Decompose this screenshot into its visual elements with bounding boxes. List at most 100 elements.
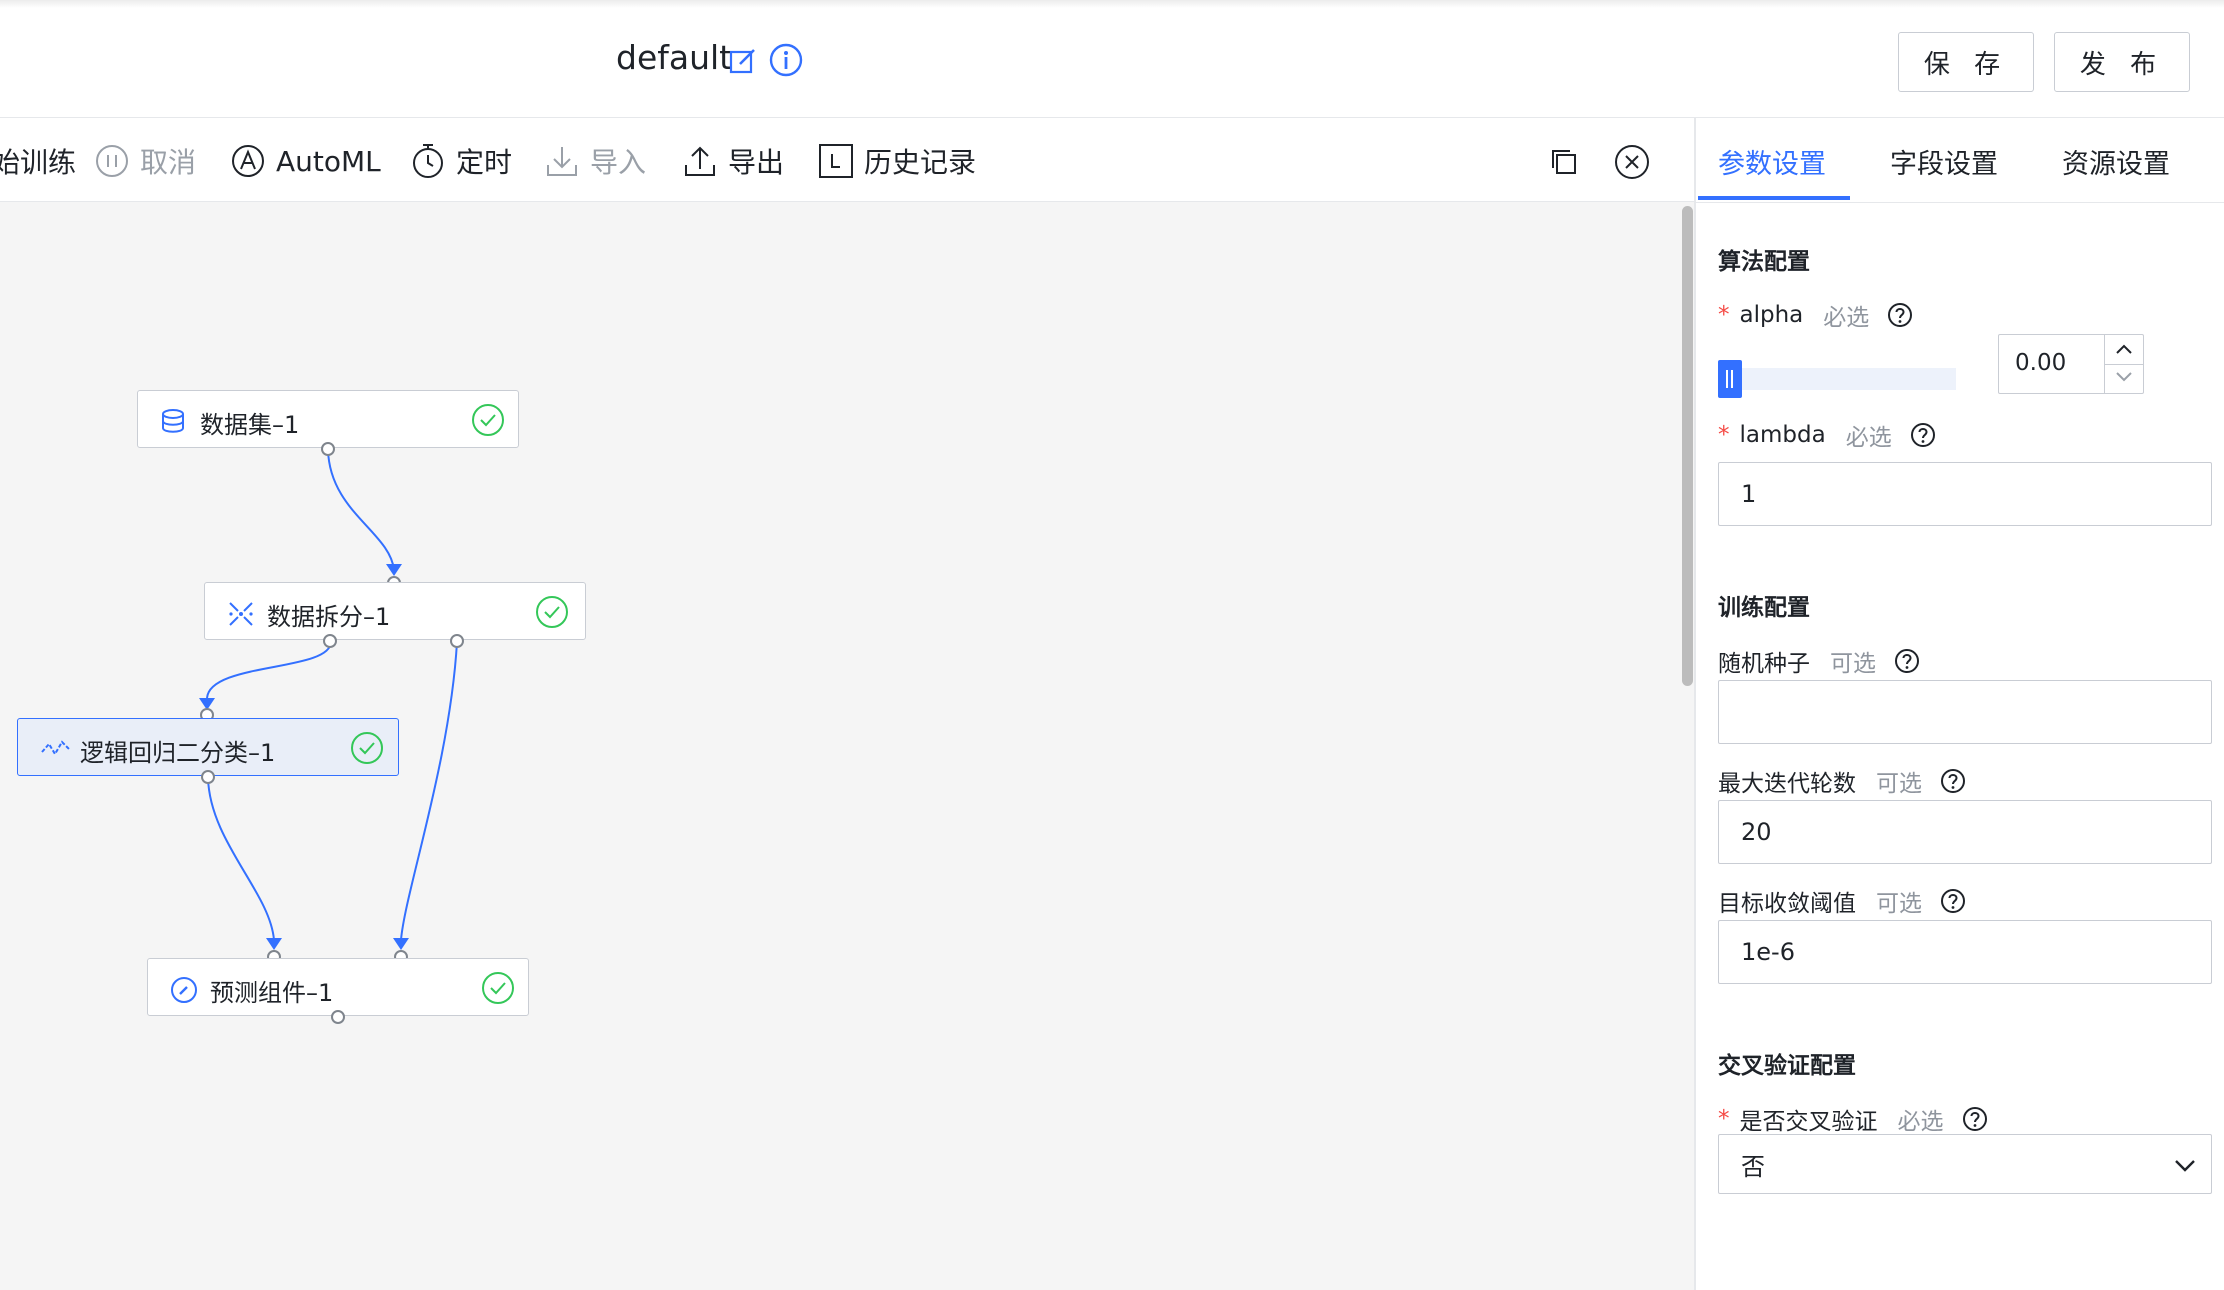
alpha-slider-track[interactable]: [1718, 368, 1956, 390]
cancel-label: 取消: [140, 146, 197, 179]
database-icon: [162, 409, 184, 433]
export-label: 导出: [728, 146, 785, 179]
seed-input[interactable]: [1718, 680, 2212, 744]
field-label-cv: * 是否交叉验证 必选: [1718, 1102, 1988, 1136]
node-output-port[interactable]: [331, 1010, 345, 1024]
top-shadow: [0, 0, 2224, 8]
alpha-slider-handle[interactable]: [1718, 360, 1742, 398]
field-tag: 必选: [1845, 425, 1892, 451]
field-label-tolerance: 目标收敛阈值 可选: [1718, 884, 1966, 918]
required-mark: *: [1718, 1106, 1730, 1132]
tab-resources[interactable]: 资源设置: [2062, 142, 2170, 181]
success-check-icon: [482, 972, 514, 1004]
timer-icon: [413, 144, 443, 178]
cancel-button[interactable]: 取消: [94, 142, 196, 180]
chevron-up-icon[interactable]: [2114, 341, 2134, 357]
save-button[interactable]: 保 存: [1898, 32, 2034, 92]
predict-icon: [171, 977, 197, 1003]
automl-button[interactable]: AutoML: [230, 142, 381, 180]
top-bar: default 保 存 发 布: [0, 0, 2224, 118]
cv-select[interactable]: 否: [1718, 1134, 2212, 1194]
edge-lr-predict: [207, 777, 275, 941]
success-check-icon: [536, 596, 568, 628]
edge-split-predict: [400, 641, 458, 941]
flow-node-split[interactable]: 数据拆分–1: [204, 582, 586, 640]
edge-dataset-split: [327, 449, 395, 571]
cv-select-value: 否: [1741, 1152, 1765, 1181]
schedule-button[interactable]: 定时: [410, 142, 512, 180]
train-label: 始训练: [0, 146, 77, 179]
automl-icon: [232, 145, 264, 177]
field-tag: 必选: [1897, 1109, 1944, 1135]
node-label: 逻辑回归二分类–1: [80, 739, 276, 767]
schedule-label: 定时: [456, 146, 513, 179]
help-icon[interactable]: [1940, 768, 1966, 794]
tolerance-input[interactable]: 1e-6: [1718, 920, 2212, 984]
tab-params[interactable]: 参数设置: [1718, 142, 1826, 181]
chevron-down-icon: [2175, 1160, 2195, 1172]
tab-fields[interactable]: 字段设置: [1890, 142, 1998, 181]
panel-tabs: 参数设置 字段设置 资源设置: [1696, 118, 2224, 203]
info-icon[interactable]: [768, 42, 804, 78]
node-label: 数据拆分–1: [267, 603, 391, 631]
section-algo: 算法配置: [1718, 249, 1810, 275]
flow-canvas[interactable]: 数据集–1 数据拆分–1 逻辑回归二分类–1 预测组件–1: [0, 202, 1694, 1290]
active-tab-indicator: [1698, 196, 1850, 200]
field-label-seed: 随机种子 可选: [1718, 644, 1920, 678]
label-text: 随机种子: [1718, 651, 1810, 677]
arrow-icon: [266, 938, 282, 950]
success-check-icon: [351, 732, 383, 764]
pause-icon: [96, 145, 128, 177]
node-label: 数据集–1: [200, 411, 300, 439]
help-icon[interactable]: [1962, 1106, 1988, 1132]
success-check-icon: [472, 404, 504, 436]
required-mark: *: [1718, 302, 1730, 328]
label-text: 是否交叉验证: [1739, 1109, 1878, 1135]
export-button[interactable]: 导出: [682, 142, 784, 180]
field-tag: 可选: [1830, 651, 1876, 677]
field-label-max-iter: 最大迭代轮数 可选: [1718, 764, 1966, 798]
import-button[interactable]: 导入: [544, 142, 646, 180]
alpha-number-input[interactable]: 0.00: [1998, 334, 2144, 394]
close-icon[interactable]: [1614, 144, 1650, 180]
help-icon[interactable]: [1887, 302, 1913, 328]
node-output-port[interactable]: [321, 442, 335, 456]
node-output-port[interactable]: [323, 634, 337, 648]
field-tag: 必选: [1823, 305, 1870, 331]
help-icon[interactable]: [1940, 888, 1966, 914]
help-icon[interactable]: [1910, 422, 1936, 448]
required-mark: *: [1718, 422, 1730, 448]
node-output-port[interactable]: [201, 770, 215, 784]
train-button[interactable]: 始训练: [0, 142, 76, 180]
canvas-toolbar: 始训练 取消 AutoML 定时 导入 导出 历史记录: [0, 118, 1694, 202]
flow-node-predict[interactable]: 预测组件–1: [147, 958, 529, 1016]
label-text: 最大迭代轮数: [1718, 771, 1856, 797]
stepper-divider: [2105, 364, 2143, 365]
regression-icon: [41, 740, 71, 756]
history-icon: [819, 144, 853, 178]
lambda-input[interactable]: 1: [1718, 462, 2212, 526]
chevron-down-icon[interactable]: [2114, 369, 2134, 385]
node-output-port[interactable]: [450, 634, 464, 648]
copy-icon[interactable]: [1550, 148, 1578, 176]
edge-split-lr: [206, 641, 332, 699]
canvas-scroll-thumb[interactable]: [1682, 206, 1693, 686]
alpha-value: 0.00: [2015, 350, 2067, 376]
section-cv: 交叉验证配置: [1718, 1053, 1856, 1079]
edit-icon[interactable]: [728, 46, 758, 76]
label-text: lambda: [1739, 422, 1826, 448]
field-tag: 可选: [1876, 771, 1922, 797]
help-icon[interactable]: [1894, 648, 1920, 674]
flow-node-logistic-regression[interactable]: 逻辑回归二分类–1: [17, 718, 399, 776]
flow-node-dataset[interactable]: 数据集–1: [137, 390, 519, 448]
max-iter-input[interactable]: 20: [1718, 800, 2212, 864]
automl-label: AutoML: [276, 144, 381, 178]
settings-panel: 参数设置 字段设置 资源设置 算法配置 * alpha 必选 0.00 * la: [1694, 118, 2224, 1290]
history-button[interactable]: 历史记录: [818, 142, 976, 180]
arrow-icon: [393, 938, 409, 950]
field-tag: 可选: [1876, 891, 1922, 917]
publish-button[interactable]: 发 布: [2054, 32, 2190, 92]
section-train: 训练配置: [1718, 595, 1810, 621]
label-text: alpha: [1739, 302, 1804, 328]
node-label: 预测组件–1: [210, 979, 334, 1007]
